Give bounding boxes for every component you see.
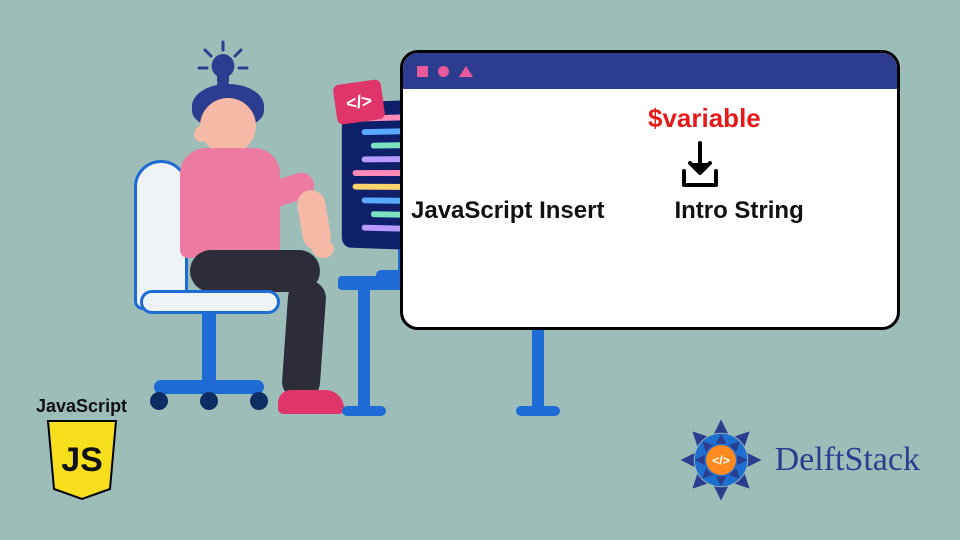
insert-right-text: Intro String <box>674 197 803 225</box>
js-shield-icon: JS <box>44 419 120 501</box>
chair-pole <box>202 314 216 384</box>
desk-foot <box>342 406 386 416</box>
js-shield-text: JS <box>61 441 103 479</box>
delftstack-logo: </> DelftStack <box>677 416 920 504</box>
shin <box>281 279 327 401</box>
delftstack-name: DelftStack <box>775 441 920 479</box>
window-control-icon <box>459 66 473 77</box>
hand <box>312 240 334 258</box>
desk-foot <box>516 406 560 416</box>
browser-window: $variable JavaScript Insert Intro String <box>400 50 900 330</box>
desk-leg <box>358 290 370 410</box>
chair-wheel <box>250 392 268 410</box>
window-control-icon <box>417 66 428 77</box>
javascript-logo: JavaScript JS <box>36 396 127 506</box>
code-line <box>353 184 403 190</box>
chair-wheel <box>150 392 168 410</box>
browser-content: $variable JavaScript Insert Intro String <box>403 89 897 327</box>
svg-text:</>: </> <box>712 453 730 467</box>
window-control-icon <box>438 66 449 77</box>
ear <box>194 126 208 142</box>
chair-seat <box>140 290 280 314</box>
head <box>200 98 256 154</box>
insert-left-text: JavaScript Insert <box>411 197 604 225</box>
insert-text-row: JavaScript Insert Intro String <box>411 197 889 225</box>
insert-arrow-icon <box>678 141 722 189</box>
javascript-label: JavaScript <box>36 396 127 417</box>
window-title-bar <box>403 53 897 89</box>
chair-wheel <box>200 392 218 410</box>
mandala-icon: </> <box>677 416 765 504</box>
code-badge-icon: </> <box>332 79 385 125</box>
shoe <box>278 390 344 414</box>
variable-label: $variable <box>648 103 761 134</box>
